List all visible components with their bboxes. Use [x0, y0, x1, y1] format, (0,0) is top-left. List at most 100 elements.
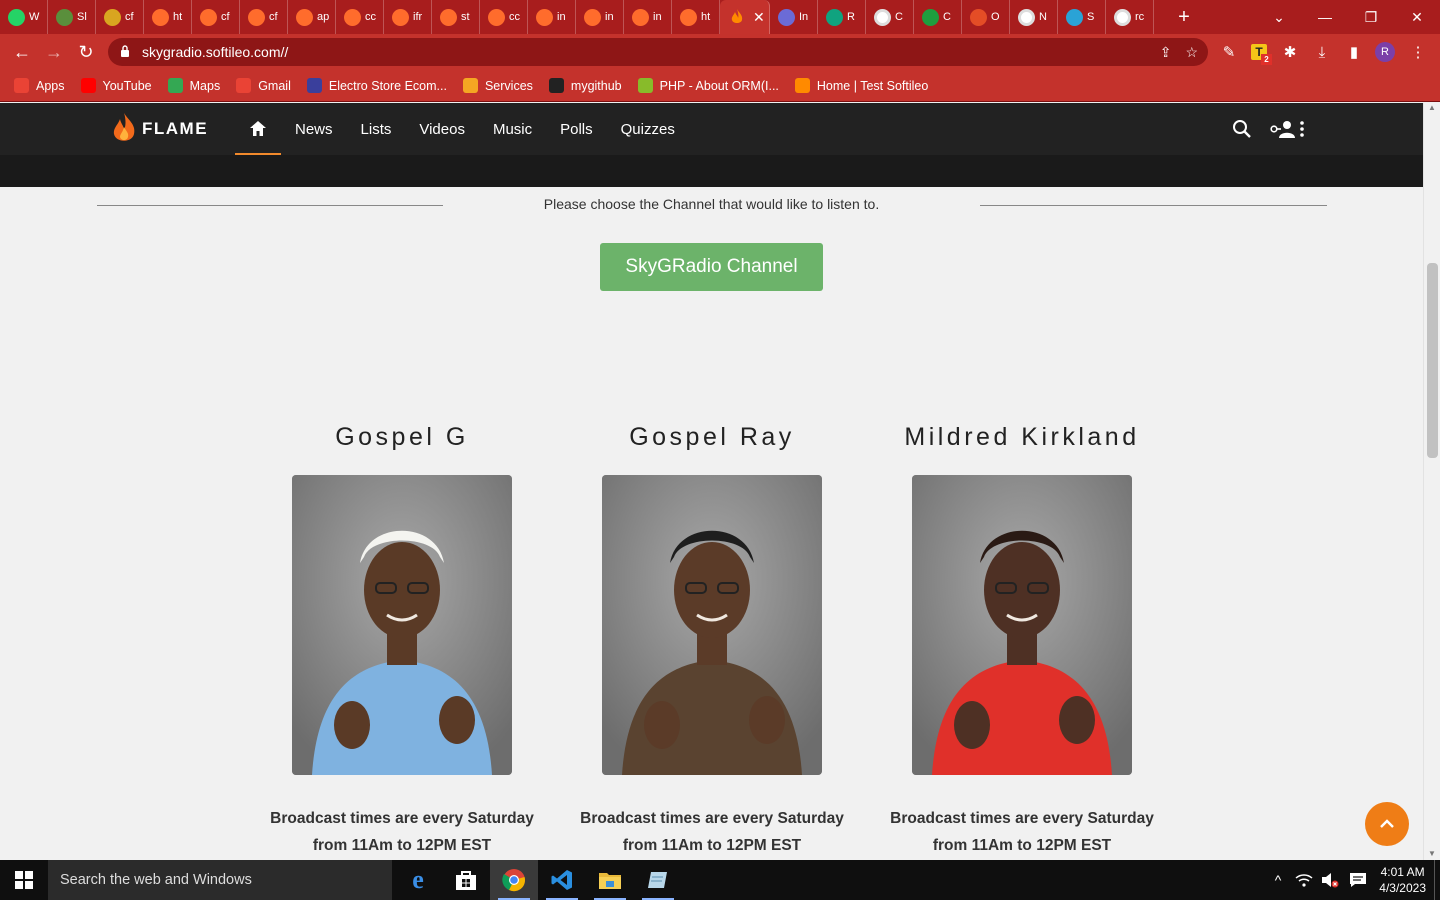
download-icon[interactable]: ⤓: [1307, 34, 1337, 70]
tab-item[interactable]: cc: [480, 0, 528, 34]
tab-item[interactable]: cf: [192, 0, 240, 34]
extension-badge: 2: [1261, 54, 1272, 65]
show-desktop-button[interactable]: [1434, 860, 1440, 900]
extension-pencil-icon[interactable]: ✎: [1214, 34, 1244, 70]
chrome-app[interactable]: [490, 860, 538, 900]
user-menu[interactable]: [1270, 120, 1304, 138]
bookmark-item[interactable]: Gmail: [236, 78, 291, 93]
scroll-to-top-button[interactable]: [1365, 802, 1409, 846]
edge-app[interactable]: e: [394, 860, 442, 900]
scrollbar-thumb[interactable]: [1427, 263, 1438, 458]
host-photo[interactable]: [602, 475, 822, 775]
side-panel-icon[interactable]: ▮: [1339, 34, 1369, 70]
bookmark-item[interactable]: YouTube: [80, 78, 152, 93]
tab-item[interactable]: C: [866, 0, 914, 34]
tab-item[interactable]: N: [1010, 0, 1058, 34]
nav-videos[interactable]: Videos: [405, 103, 479, 155]
tab-item[interactable]: Sl: [48, 0, 96, 34]
reload-icon[interactable]: ↻: [70, 36, 102, 68]
close-window-button[interactable]: ✕: [1394, 0, 1440, 34]
notes-app[interactable]: [634, 860, 682, 900]
notifications-icon[interactable]: [1349, 872, 1367, 888]
tab-item[interactable]: cc: [336, 0, 384, 34]
site-logo[interactable]: FLAME: [112, 113, 208, 145]
close-tab-icon[interactable]: ✕: [753, 9, 765, 26]
nav-polls[interactable]: Polls: [546, 103, 607, 155]
broadcast-times-line1: Broadcast times are every Saturday: [580, 810, 844, 827]
tab-title: in: [653, 11, 662, 23]
bookmark-item[interactable]: Home | Test Softileo: [794, 78, 928, 93]
share-icon[interactable]: ⇪: [1160, 44, 1172, 61]
minimize-button[interactable]: —: [1302, 0, 1348, 34]
host-name: Mildred Kirkland: [904, 423, 1140, 451]
tab-active[interactable]: ✕: [720, 0, 770, 34]
extension-t-icon[interactable]: T2: [1244, 34, 1274, 70]
windows-taskbar: Search the web and Windows e ^ 4:01 AM 4…: [0, 860, 1440, 900]
tab-item[interactable]: W: [0, 0, 48, 34]
tab-item[interactable]: in: [624, 0, 672, 34]
bookmark-item[interactable]: Services: [462, 78, 533, 93]
volume-muted-icon[interactable]: [1321, 872, 1339, 888]
tab-search-chevron-icon[interactable]: ⌄: [1256, 0, 1302, 34]
broadcast-times: Broadcast times are every Saturday from 1…: [232, 805, 572, 859]
address-bar[interactable]: skygradio.softileo.com// ⇪ ☆: [108, 38, 1208, 66]
tab-item[interactable]: ifr: [384, 0, 432, 34]
taskbar-search[interactable]: Search the web and Windows: [48, 860, 392, 900]
tab-item[interactable]: st: [432, 0, 480, 34]
page-scrollbar[interactable]: ▲ ▼: [1423, 103, 1440, 860]
tab-item[interactable]: In: [770, 0, 818, 34]
tab-item[interactable]: R: [818, 0, 866, 34]
tab-item[interactable]: in: [576, 0, 624, 34]
nav-news[interactable]: News: [281, 103, 347, 155]
search-icon[interactable]: [1232, 119, 1252, 139]
skygradio-channel-button[interactable]: SkyGRadio Channel: [600, 243, 823, 291]
extensions-puzzle-icon[interactable]: ✱: [1275, 34, 1305, 70]
tab-title: C: [943, 11, 951, 23]
nav-music[interactable]: Music: [479, 103, 546, 155]
tab-item[interactable]: C: [914, 0, 962, 34]
wifi-icon[interactable]: [1295, 873, 1313, 887]
forward-icon[interactable]: →: [38, 36, 70, 68]
nav-home[interactable]: [235, 103, 281, 155]
profile-avatar[interactable]: R: [1370, 34, 1400, 70]
broadcast-times-line1: Broadcast times are every Saturday: [890, 810, 1154, 827]
host-photo[interactable]: [292, 475, 512, 775]
back-icon[interactable]: ←: [6, 36, 38, 68]
broadcast-times-line1: Broadcast times are every Saturday: [270, 810, 534, 827]
host-card: Gospel Ray Broadcast times are every Satu…: [562, 423, 862, 854]
tab-item[interactable]: ht: [672, 0, 720, 34]
show-hidden-icons-chevron-icon[interactable]: ^: [1275, 872, 1282, 888]
tab-title: W: [29, 11, 40, 23]
bookmark-star-icon[interactable]: ☆: [1185, 44, 1198, 61]
tab-title: cf: [269, 11, 278, 23]
tab-item[interactable]: cf: [240, 0, 288, 34]
bookmark-item[interactable]: Apps: [14, 78, 65, 93]
bookmark-item[interactable]: Electro Store Ecom...: [306, 78, 447, 93]
file-explorer-app[interactable]: [586, 860, 634, 900]
new-tab-button[interactable]: +: [1168, 0, 1200, 34]
tab-item[interactable]: ht: [144, 0, 192, 34]
tab-item[interactable]: S: [1058, 0, 1106, 34]
tab-item[interactable]: rc: [1106, 0, 1154, 34]
bookmark-item[interactable]: Maps: [167, 78, 220, 93]
store-app[interactable]: [442, 860, 490, 900]
restore-button[interactable]: ❐: [1348, 0, 1394, 34]
tab-item[interactable]: in: [528, 0, 576, 34]
tab-item[interactable]: O: [962, 0, 1010, 34]
nav-quizzes[interactable]: Quizzes: [607, 103, 689, 155]
tab-item[interactable]: ap: [288, 0, 336, 34]
tab-item[interactable]: cf: [96, 0, 144, 34]
clock[interactable]: 4:01 AM 4/3/2023: [1379, 864, 1426, 896]
broadcast-times: Broadcast times are every Saturday from 1…: [542, 805, 882, 859]
vscode-app[interactable]: [538, 860, 586, 900]
browser-menu-icon[interactable]: ⋮: [1403, 34, 1433, 70]
store-bag-icon: [456, 871, 476, 890]
host-photo[interactable]: [912, 475, 1132, 775]
start-button[interactable]: [0, 860, 48, 900]
bookmark-item[interactable]: mygithub: [548, 78, 622, 93]
nav-lists[interactable]: Lists: [347, 103, 406, 155]
scroll-down-arrow-icon[interactable]: ▼: [1428, 849, 1436, 858]
host-card: Mildred Kirkland Broadcast times are ever…: [872, 423, 1172, 854]
scroll-up-arrow-icon[interactable]: ▲: [1428, 103, 1436, 112]
bookmark-item[interactable]: PHP - About ORM(I...: [637, 78, 779, 93]
